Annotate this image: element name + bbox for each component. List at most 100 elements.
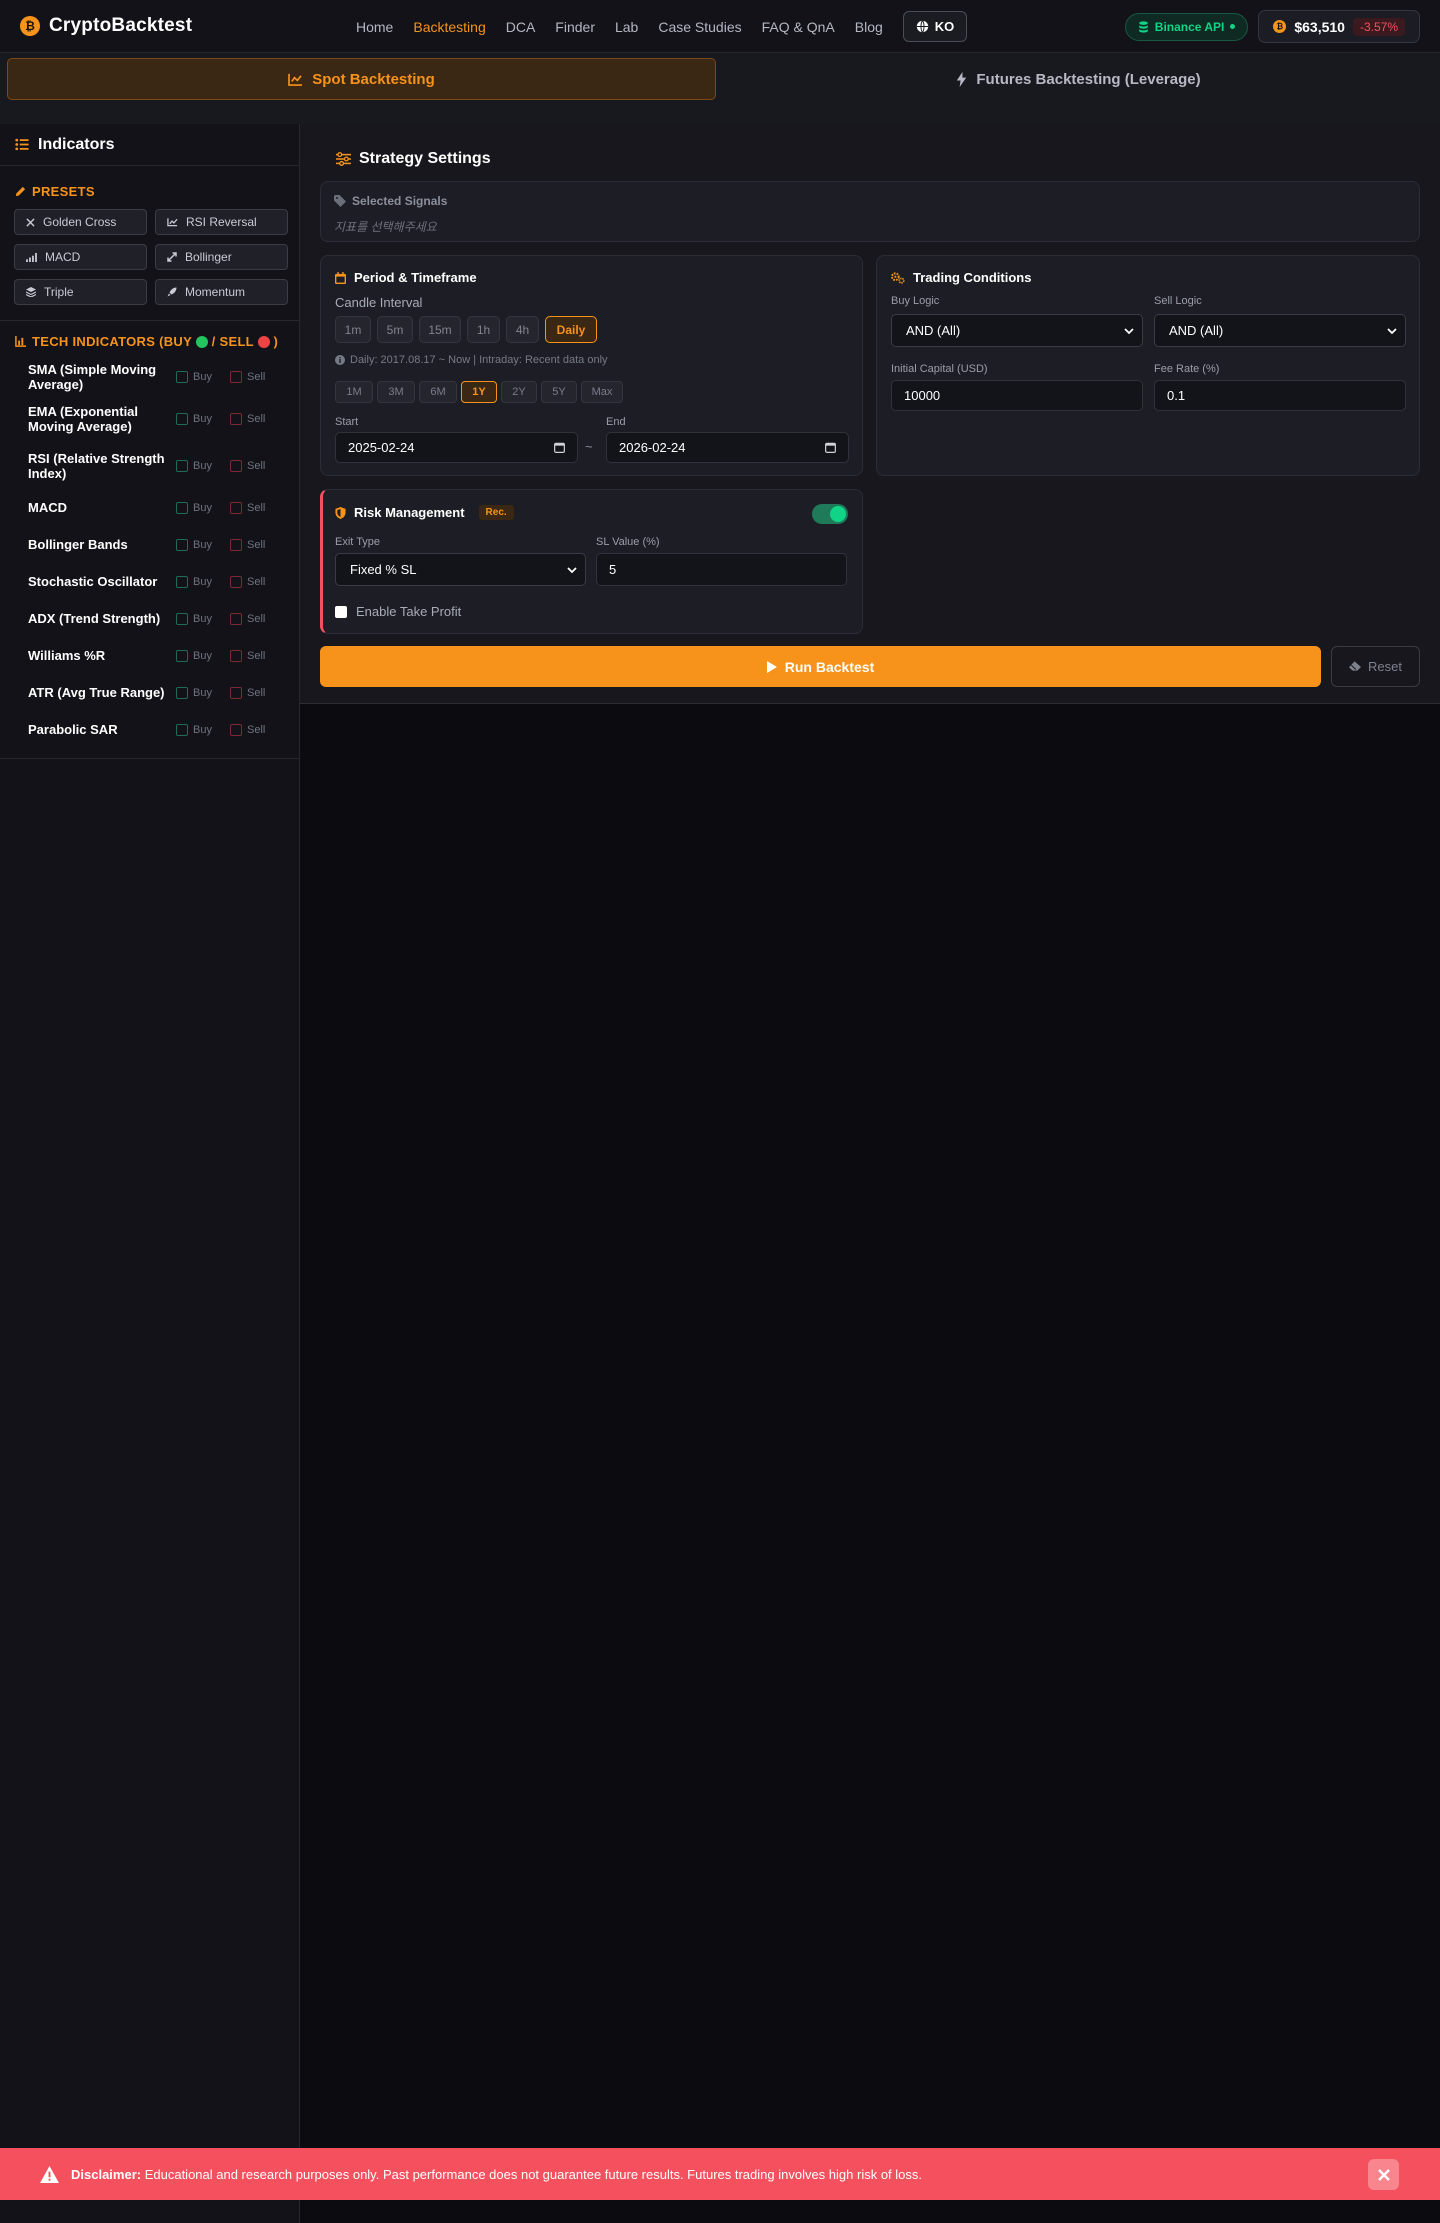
sell-checkbox-box[interactable] [230,459,242,472]
sma-sell-checkbox[interactable]: Sell [230,370,284,383]
preset-golden-cross[interactable]: Golden Cross [14,209,147,235]
take-profit-checkbox[interactable] [335,605,347,618]
end-date-input[interactable]: 2026-02-24 [606,432,849,463]
selected-signals-box[interactable]: Selected Signals 지표를 선택해주세요 [320,181,1420,242]
tab-spot-backtesting[interactable]: Spot Backtesting [7,58,716,100]
tech-title-suffix: ) [273,334,279,349]
sell-checkbox-box[interactable] [230,370,242,383]
range-max[interactable]: Max [581,381,623,403]
range-2y[interactable]: 2Y [501,381,537,403]
buy-checkbox-box[interactable] [176,370,188,383]
candle-interval-label: Candle Interval [335,295,423,310]
preset-bollinger[interactable]: Bollinger [155,244,288,270]
sell-checkbox-box[interactable] [230,723,242,736]
nav-link-finder[interactable]: Finder [555,19,595,35]
sma-buy-checkbox[interactable]: Buy [176,370,230,383]
range-3m[interactable]: 3M [377,381,415,403]
sell-checkbox-box[interactable] [230,612,242,625]
initial-capital-input[interactable]: 10000 [891,380,1143,411]
buy-checkbox-box[interactable] [176,459,188,472]
preset-macd[interactable]: MACD [14,244,147,270]
stochastic-sell-checkbox[interactable]: Sell [230,575,284,588]
interval-1m[interactable]: 1m [335,316,371,343]
range-6m[interactable]: 6M [419,381,457,403]
atr-sell-checkbox[interactable]: Sell [230,686,284,699]
nav-link-case-studies[interactable]: Case Studies [658,19,741,35]
rsi-sell-checkbox[interactable]: Sell [230,459,284,472]
ema-buy-checkbox[interactable]: Buy [176,412,230,425]
tab-futures-backtesting[interactable]: Futures Backtesting (Leverage) [724,58,1433,100]
trading-conditions-label: Trading Conditions [913,270,1032,285]
adx-buy-checkbox[interactable]: Buy [176,612,230,625]
adx-sell-checkbox[interactable]: Sell [230,612,284,625]
interval-4h[interactable]: 4h [506,316,539,343]
calendar-icon[interactable] [554,442,565,453]
sell-checkbox-box[interactable] [230,575,242,588]
buy-checkbox-box[interactable] [176,723,188,736]
sell-checkbox-box[interactable] [230,649,242,662]
range-1m[interactable]: 1M [335,381,373,403]
bollinger-buy-checkbox[interactable]: Buy [176,538,230,551]
buy-checkbox-box[interactable] [176,501,188,514]
buy-label: Buy [193,538,212,551]
buy-checkbox-box[interactable] [176,686,188,699]
sell-red-dot-icon [257,336,270,348]
sell-logic-select[interactable]: AND (All) [1154,314,1406,347]
range-5y[interactable]: 5Y [541,381,577,403]
macd-sell-checkbox[interactable]: Sell [230,501,284,514]
run-backtest-button[interactable]: Run Backtest [320,646,1321,687]
range-1y[interactable]: 1Y [461,381,497,403]
macd-buy-checkbox[interactable]: Buy [176,501,230,514]
interval-15m[interactable]: 15m [419,316,461,343]
period-title: Period & Timeframe [335,270,477,285]
sell-checkbox-box[interactable] [230,501,242,514]
date-range-separator: ~ [585,439,593,454]
bollinger-sell-checkbox[interactable]: Sell [230,538,284,551]
nav-link-blog[interactable]: Blog [855,19,883,35]
exit-type-select[interactable]: Fixed % SL [335,553,586,586]
btc-price: $63,510 [1294,18,1345,35]
buy-checkbox-box[interactable] [176,575,188,588]
language-button[interactable]: KO [902,11,968,42]
buy-checkbox-box[interactable] [176,612,188,625]
preset-triple[interactable]: Triple [14,279,147,305]
buy-logic-select[interactable]: AND (All) [891,314,1143,347]
risk-management-toggle[interactable] [812,504,848,524]
rsi-buy-checkbox[interactable]: Buy [176,459,230,472]
preset-rsi-reversal[interactable]: RSI Reversal [155,209,288,235]
buy-checkbox-box[interactable] [176,649,188,662]
atr-buy-checkbox[interactable]: Buy [176,686,230,699]
stochastic-buy-checkbox[interactable]: Buy [176,575,230,588]
calendar-icon[interactable] [825,442,836,453]
api-status-badge[interactable]: Binance API [1124,12,1249,41]
nav-link-dca[interactable]: DCA [506,19,536,35]
enable-take-profit[interactable]: Enable Take Profit [335,604,461,619]
nav-link-faq[interactable]: FAQ & QnA [762,19,835,35]
williams-buy-checkbox[interactable]: Buy [176,649,230,662]
btc-price-ticker[interactable]: ₿ $63,510 -3.57% [1258,10,1420,43]
interval-daily[interactable]: Daily [545,316,597,343]
reset-button[interactable]: Reset [1331,646,1420,687]
nav-link-lab[interactable]: Lab [615,19,638,35]
nav-link-backtesting[interactable]: Backtesting [413,19,485,35]
sell-checkbox-box[interactable] [230,686,242,699]
sell-checkbox-box[interactable] [230,538,242,551]
nav-link-home[interactable]: Home [356,19,393,35]
presets-title-label: PRESETS [32,184,95,199]
buy-checkbox-box[interactable] [176,538,188,551]
sidebar-title: Indicators [38,135,115,153]
interval-5m[interactable]: 5m [377,316,413,343]
preset-momentum[interactable]: Momentum [155,279,288,305]
buy-checkbox-box[interactable] [176,412,188,425]
psar-sell-checkbox[interactable]: Sell [230,723,284,736]
williams-sell-checkbox[interactable]: Sell [230,649,284,662]
fee-rate-input[interactable]: 0.1 [1154,380,1406,411]
sell-checkbox-box[interactable] [230,412,242,425]
psar-buy-checkbox[interactable]: Buy [176,723,230,736]
close-disclaimer-button[interactable] [1368,2159,1399,2190]
interval-1h[interactable]: 1h [467,316,500,343]
start-date-input[interactable]: 2025-02-24 [335,432,578,463]
brand-logo[interactable]: ₿ CryptoBacktest [20,15,350,37]
sl-value-input[interactable]: 5 [596,553,847,586]
ema-sell-checkbox[interactable]: Sell [230,412,284,425]
